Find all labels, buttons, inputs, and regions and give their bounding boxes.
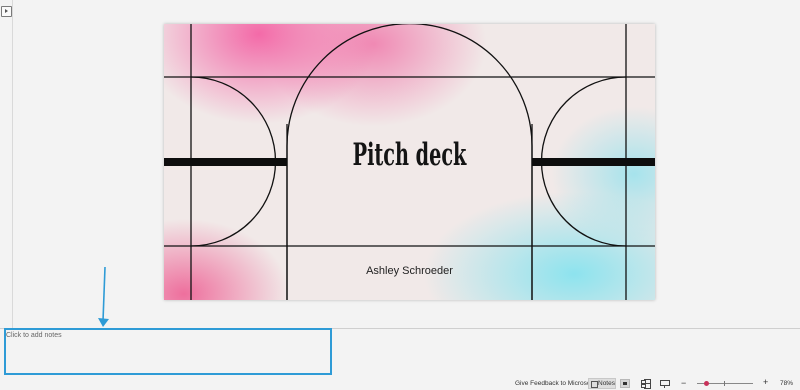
slide-sorter-icon[interactable] [640,379,650,388]
thumbnail-pane-toggle-icon[interactable] [1,6,12,17]
notes-highlight-box [4,328,332,375]
normal-view-icon[interactable] [620,379,630,388]
give-feedback-link[interactable]: Give Feedback to Microsoft [515,380,594,387]
slide-title[interactable]: Pitch deck [257,137,561,173]
notes-button[interactable]: Notes [588,378,616,389]
notes-icon [591,381,598,388]
status-bar: Give Feedback to Microsoft Notes − + 78% [0,377,800,390]
zoom-out-button[interactable]: − [681,378,686,388]
reading-view-icon[interactable] [660,379,670,388]
zoom-slider-thumb[interactable] [704,381,709,386]
notes-button-label: Notes [598,380,615,387]
zoom-level[interactable]: 78% [780,380,793,387]
annotation-arrow-icon [98,266,109,327]
zoom-in-button[interactable]: + [763,377,768,387]
slide-canvas[interactable]: Pitch deck Ashley Schroeder [164,24,655,300]
slide-subtitle[interactable]: Ashley Schroeder [164,265,655,277]
thumbnail-pane-divider [12,0,13,328]
zoom-slider-center-mark [724,381,725,386]
